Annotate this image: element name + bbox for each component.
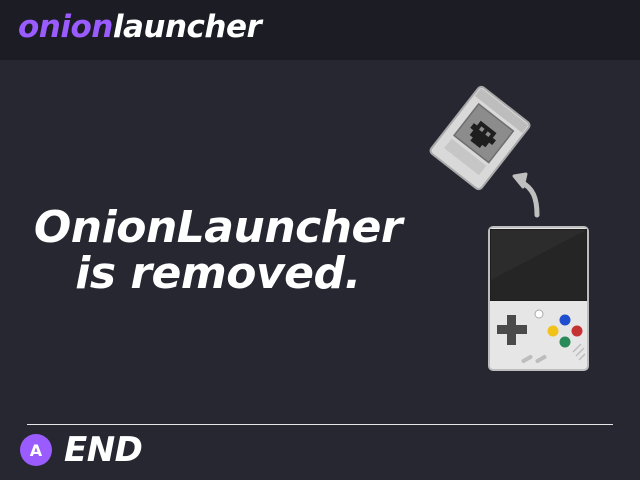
footer-divider	[27, 424, 613, 425]
app-logo: onionlauncher	[18, 9, 262, 45]
illustration	[429, 85, 589, 371]
status-message-line1: OnionLauncher	[33, 202, 403, 253]
a-button-icon: A	[20, 434, 52, 466]
end-button-label: END	[64, 430, 143, 470]
curved-arrow-up-icon	[512, 172, 540, 218]
status-message-line2: is removed.	[75, 248, 361, 299]
end-button[interactable]: A END	[20, 430, 143, 470]
logo-part-onion: onion	[18, 9, 113, 45]
screen: onionlauncher OnionLauncher is removed.	[0, 0, 640, 480]
handheld-console-icon	[488, 226, 589, 371]
status-message: OnionLauncher is removed.	[28, 205, 408, 297]
logo-part-launcher: launcher	[112, 9, 262, 45]
top-bar: onionlauncher	[0, 0, 640, 60]
